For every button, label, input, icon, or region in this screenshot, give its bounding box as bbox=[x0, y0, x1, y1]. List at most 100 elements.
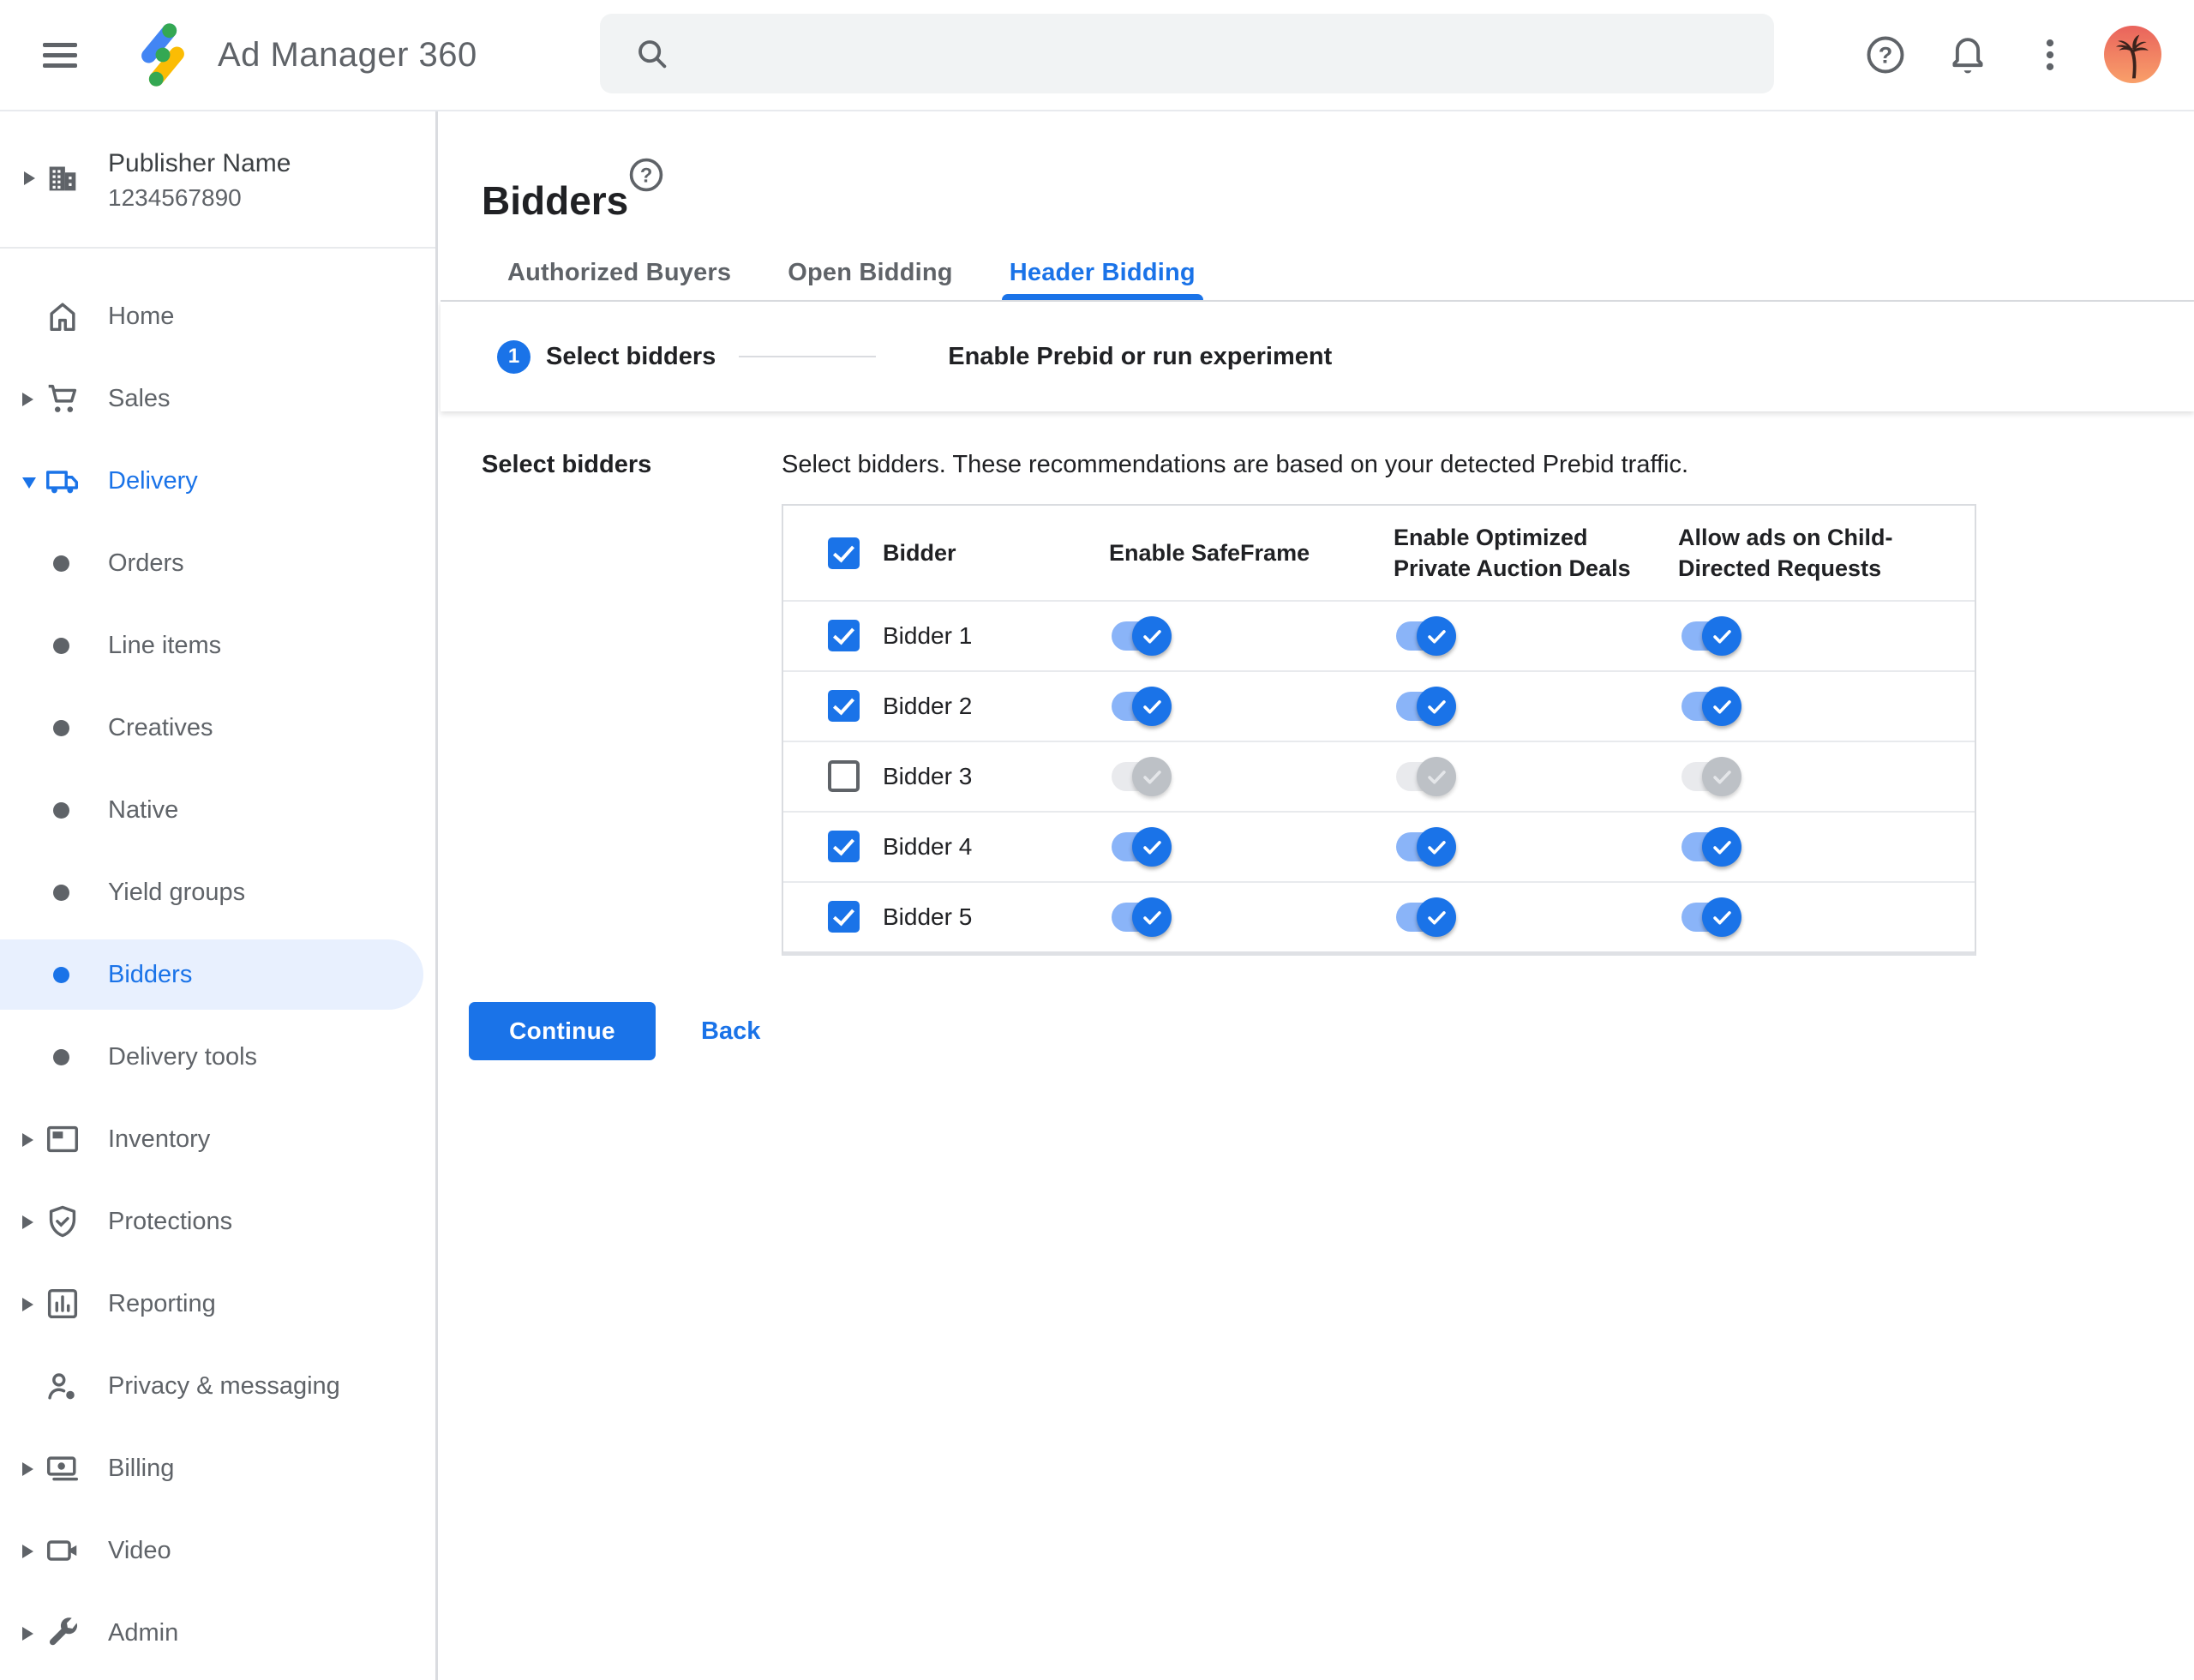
column-header-bidder: Bidder bbox=[883, 540, 956, 566]
row-checkbox[interactable] bbox=[828, 690, 860, 722]
chevron-right-icon bbox=[22, 1215, 33, 1229]
table-row-bidder-4: Bidder 4 bbox=[783, 811, 1975, 881]
sidebar-item-delivery[interactable]: Delivery bbox=[0, 440, 435, 522]
building-icon bbox=[43, 158, 82, 201]
column-header-safeframe: Enable SafeFrame bbox=[1109, 540, 1310, 566]
avatar[interactable] bbox=[2104, 26, 2161, 83]
home-icon bbox=[43, 297, 82, 336]
toggle-thumb-check-icon bbox=[1132, 687, 1172, 726]
sidebar-item-admin[interactable]: Admin bbox=[0, 1592, 435, 1674]
sidebar-item-billing[interactable]: Billing bbox=[0, 1427, 435, 1509]
toggle-child-directed[interactable] bbox=[1681, 756, 1741, 797]
chevron-right-icon bbox=[22, 1545, 33, 1558]
sidebar-item-label: Admin bbox=[108, 1619, 179, 1647]
toggle-thumb-check-icon bbox=[1702, 757, 1741, 796]
top-app-bar: Ad Manager 360 ? bbox=[0, 0, 2194, 111]
sidebar: Publisher Name 1234567890 Home Sales Deliv… bbox=[0, 110, 438, 1680]
search-icon bbox=[638, 39, 667, 68]
tab-open-bidding[interactable]: Open Bidding bbox=[788, 245, 953, 300]
more-vertical-icon[interactable] bbox=[2026, 31, 2074, 79]
sidebar-item-line-items[interactable]: Line items bbox=[0, 604, 435, 687]
toggle-child-directed[interactable] bbox=[1681, 826, 1741, 867]
search-input[interactable] bbox=[698, 38, 1748, 69]
publisher-selector[interactable]: Publisher Name 1234567890 bbox=[0, 110, 435, 247]
tab-header-bidding[interactable]: Header Bidding bbox=[1001, 245, 1203, 300]
toggle-thumb-check-icon bbox=[1702, 687, 1741, 726]
toggle-thumb-check-icon bbox=[1702, 827, 1741, 867]
menu-icon[interactable] bbox=[43, 43, 77, 68]
row-checkbox[interactable] bbox=[828, 620, 860, 651]
bullet-icon bbox=[53, 1049, 69, 1065]
sidebar-item-label: Native bbox=[108, 796, 179, 824]
bidder-name: Bidder 1 bbox=[883, 622, 973, 649]
toggle-optimized-private-auction[interactable] bbox=[1396, 615, 1456, 657]
sidebar-item-label: Yield groups bbox=[108, 879, 246, 906]
table-row-bidder-1: Bidder 1 bbox=[783, 600, 1975, 670]
toggle-safeframe[interactable] bbox=[1112, 897, 1172, 938]
continue-button[interactable]: Continue bbox=[469, 1002, 656, 1060]
toggle-thumb-check-icon bbox=[1702, 897, 1741, 937]
toggle-child-directed[interactable] bbox=[1681, 615, 1741, 657]
toggle-safeframe[interactable] bbox=[1112, 615, 1172, 657]
step-2[interactable]: 2 Enable Prebid or run experiment bbox=[899, 340, 1332, 374]
help-icon[interactable]: ? bbox=[1861, 31, 1909, 79]
table-description: Select bidders. These recommendations ar… bbox=[782, 451, 1689, 478]
row-checkbox[interactable] bbox=[828, 760, 860, 792]
sidebar-item-label: Line items bbox=[108, 632, 222, 659]
toggle-safeframe[interactable] bbox=[1112, 686, 1172, 727]
inventory-icon bbox=[43, 1119, 82, 1159]
tab-authorized-buyers[interactable]: Authorized Buyers bbox=[507, 245, 731, 300]
section-label: Select bidders bbox=[482, 451, 652, 478]
sidebar-item-inventory[interactable]: Inventory bbox=[0, 1098, 435, 1180]
chevron-right-icon bbox=[22, 1298, 33, 1311]
toggle-safeframe[interactable] bbox=[1112, 826, 1172, 867]
toggle-optimized-private-auction[interactable] bbox=[1396, 897, 1456, 938]
step-number-badge: 1 bbox=[497, 339, 531, 374]
sidebar-item-video[interactable]: Video bbox=[0, 1509, 435, 1592]
toggle-optimized-private-auction[interactable] bbox=[1396, 826, 1456, 867]
toggle-child-directed[interactable] bbox=[1681, 686, 1741, 727]
bidder-name: Bidder 2 bbox=[883, 693, 973, 719]
sidebar-item-bidders[interactable]: Bidders bbox=[0, 933, 435, 1016]
notifications-icon[interactable] bbox=[1944, 31, 1992, 79]
chevron-right-icon bbox=[22, 393, 33, 406]
row-checkbox[interactable] bbox=[828, 831, 860, 862]
sidebar-item-orders[interactable]: Orders bbox=[0, 522, 435, 604]
sidebar-item-protections[interactable]: Protections bbox=[0, 1180, 435, 1263]
bullet-icon bbox=[53, 555, 69, 572]
toggle-thumb-check-icon bbox=[1417, 827, 1456, 867]
toggle-thumb-check-icon bbox=[1132, 757, 1172, 796]
toggle-thumb-check-icon bbox=[1417, 616, 1456, 656]
toggle-optimized-private-auction[interactable] bbox=[1396, 686, 1456, 727]
column-header-optimized-deals: Enable Optimized Private Auction Deals bbox=[1394, 525, 1631, 581]
table-row-bidder-5: Bidder 5 bbox=[783, 881, 1975, 951]
sidebar-item-label: Delivery bbox=[108, 467, 198, 495]
bidder-name: Bidder 4 bbox=[883, 833, 973, 860]
step-1[interactable]: 1 Select bidders bbox=[497, 339, 716, 374]
toggle-safeframe[interactable] bbox=[1112, 756, 1172, 797]
sidebar-item-delivery-tools[interactable]: Delivery tools bbox=[0, 1016, 435, 1098]
sidebar-item-creatives[interactable]: Creatives bbox=[0, 687, 435, 769]
privacy-icon bbox=[43, 1366, 82, 1406]
toggle-child-directed[interactable] bbox=[1681, 897, 1741, 938]
back-button[interactable]: Back bbox=[689, 1002, 772, 1060]
help-icon[interactable]: ? bbox=[627, 156, 665, 194]
sidebar-item-home[interactable]: Home bbox=[0, 275, 435, 357]
sidebar-item-reporting[interactable]: Reporting bbox=[0, 1263, 435, 1345]
search-bar[interactable] bbox=[600, 14, 1774, 93]
bidder-name: Bidder 5 bbox=[883, 903, 973, 930]
sidebar-item-label: Home bbox=[108, 303, 175, 330]
toggle-thumb-check-icon bbox=[1417, 757, 1456, 796]
sidebar-item-privacy-messaging[interactable]: Privacy & messaging bbox=[0, 1345, 435, 1427]
sidebar-item-sales[interactable]: Sales bbox=[0, 357, 435, 440]
row-checkbox[interactable] bbox=[828, 901, 860, 933]
main-content: Bidders ? Authorized Buyers Open Bidding H… bbox=[441, 110, 2194, 1680]
sidebar-item-native[interactable]: Native bbox=[0, 769, 435, 851]
select-all-checkbox[interactable] bbox=[828, 537, 860, 569]
sidebar-item-label: Video bbox=[108, 1537, 171, 1564]
sidebar-item-yield-groups[interactable]: Yield groups bbox=[0, 851, 435, 933]
billing-icon bbox=[43, 1449, 82, 1488]
column-header-child-directed: Allow ads on Child-Directed Requests bbox=[1678, 525, 1893, 581]
step-label: Select bidders bbox=[546, 342, 716, 370]
toggle-optimized-private-auction[interactable] bbox=[1396, 756, 1456, 797]
